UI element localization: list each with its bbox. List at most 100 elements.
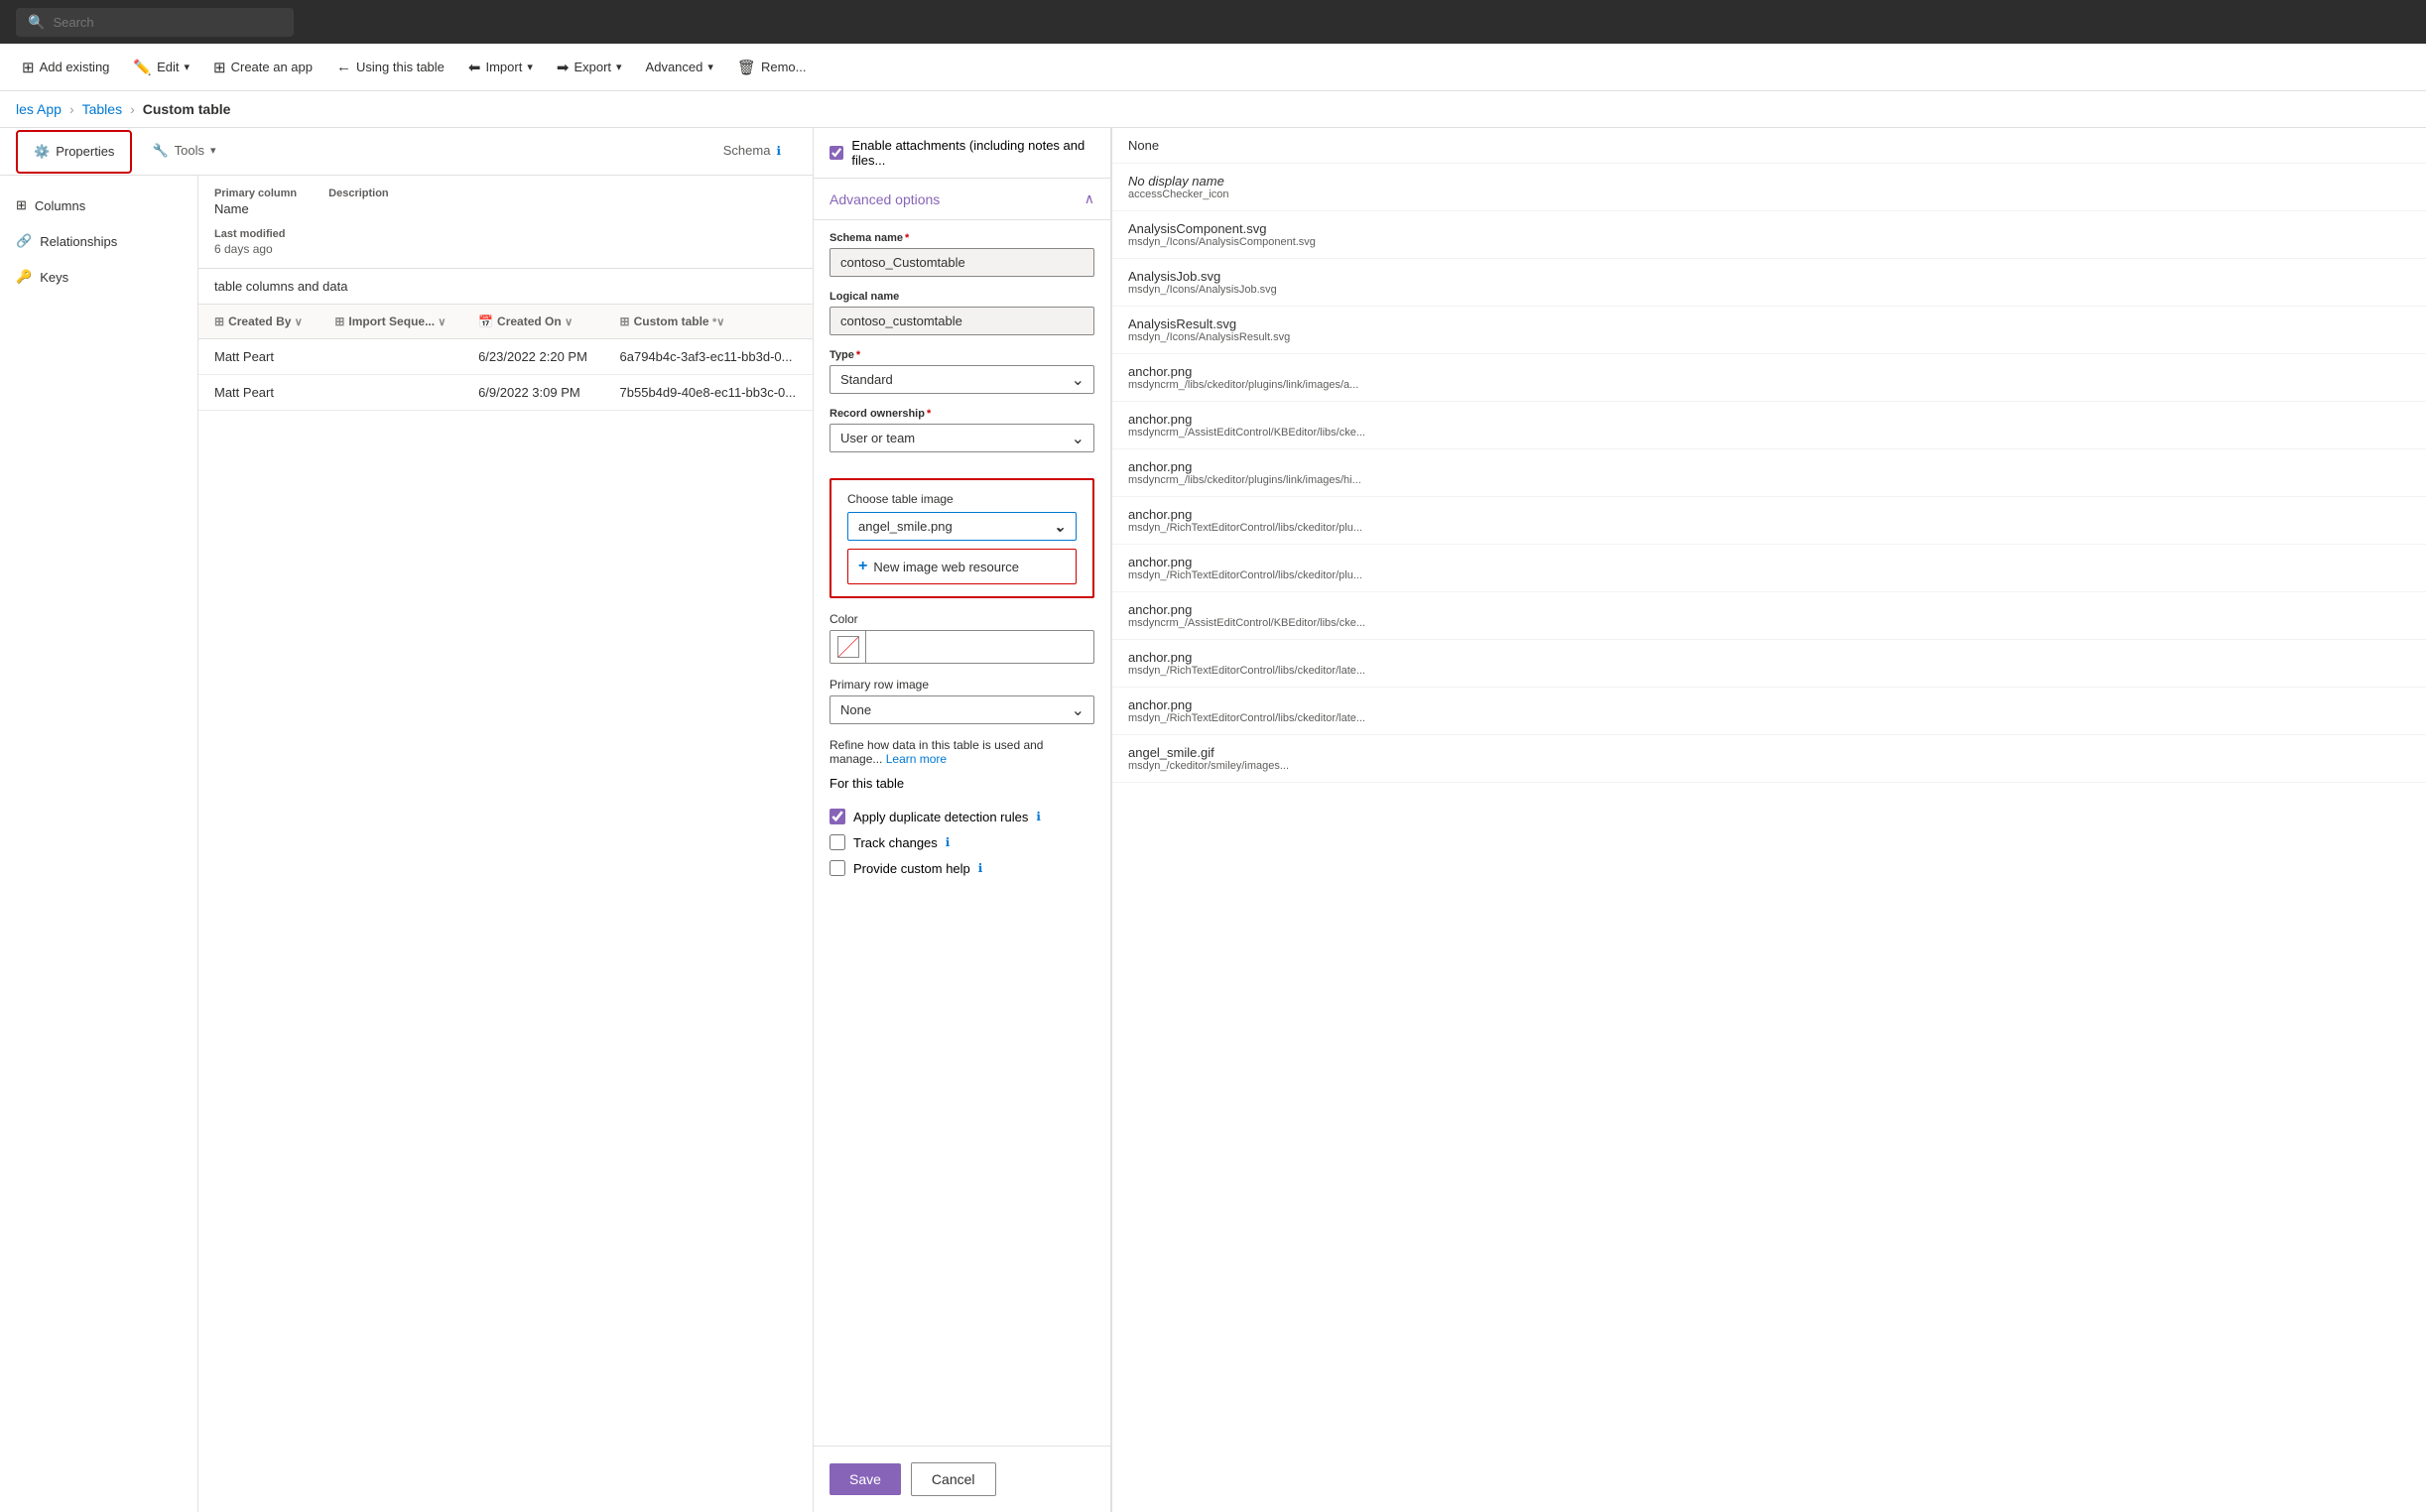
logical-name-field: Logical name bbox=[830, 291, 1094, 335]
advanced-caret: ▾ bbox=[707, 61, 713, 73]
col-created-on[interactable]: 📅Created On ∨ bbox=[462, 305, 603, 339]
col-import-sequence[interactable]: ⊞Import Seque... ∨ bbox=[319, 305, 462, 339]
table-row[interactable]: Matt Peart 6/23/2022 2:20 PM 6a794b4c-3a… bbox=[198, 339, 813, 375]
edit-icon: ✏️ bbox=[133, 59, 152, 76]
dropdown-list-item[interactable]: angel_smile.gifmsdyn_/ckeditor/smiley/im… bbox=[1112, 735, 2426, 783]
dropdown-item-path: msdyn_/Icons/AnalysisResult.svg bbox=[1128, 331, 1406, 343]
learn-more-link[interactable]: Learn more bbox=[886, 752, 947, 766]
dropdown-list-item[interactable]: AnalysisJob.svgmsdyn_/Icons/AnalysisJob.… bbox=[1112, 259, 2426, 307]
table-area: Primary column Name Description Last mod… bbox=[198, 176, 813, 1512]
enable-attachments-checkbox[interactable] bbox=[830, 145, 843, 161]
breadcrumb: les App › Tables › Custom table bbox=[0, 91, 2426, 128]
provide-custom-help-label: Provide custom help bbox=[853, 861, 970, 876]
dropdown-item-name: anchor.png bbox=[1128, 555, 2410, 569]
cell-custom-table: 7b55b4d9-40e8-ec11-bb3c-0... bbox=[604, 375, 813, 411]
schema-name-input[interactable] bbox=[830, 248, 1094, 277]
breadcrumb-app[interactable]: les App bbox=[16, 101, 62, 117]
track-changes-info-icon[interactable]: ℹ bbox=[946, 835, 951, 849]
import-button[interactable]: ⬅ Import ▾ bbox=[458, 53, 543, 82]
search-input[interactable] bbox=[53, 15, 251, 30]
image-select[interactable]: angel_smile.png None bbox=[847, 512, 1077, 541]
dropdown-list-item[interactable]: anchor.pngmsdyn_/RichTextEditorControl/l… bbox=[1112, 688, 2426, 735]
dropdown-list-item[interactable]: AnalysisComponent.svgmsdyn_/Icons/Analys… bbox=[1112, 211, 2426, 259]
export-icon: ➡ bbox=[557, 59, 570, 76]
dropdown-list-item[interactable]: anchor.pngmsdyncrm_/libs/ckeditor/plugin… bbox=[1112, 449, 2426, 497]
dropdown-item-name: angel_smile.gif bbox=[1128, 745, 2410, 760]
primary-column-label: Primary column bbox=[214, 188, 297, 199]
primary-row-image-section: Primary row image None bbox=[814, 678, 1110, 738]
properties-icon: ⚙️ bbox=[34, 144, 50, 160]
advanced-button[interactable]: Advanced ▾ bbox=[636, 54, 723, 80]
tools-caret: ▾ bbox=[210, 144, 216, 157]
apply-duplicate-label: Apply duplicate detection rules bbox=[853, 810, 1028, 824]
schema-sidebar: ⊞ Columns 🔗 Relationships 🔑 Keys bbox=[0, 176, 198, 1512]
primary-column-value: Name bbox=[214, 201, 297, 216]
action-bar: Save Cancel bbox=[814, 1446, 1110, 1512]
cell-created-on: 6/23/2022 2:20 PM bbox=[462, 339, 603, 375]
dropdown-list-item[interactable]: anchor.pngmsdyncrm_/AssistEditControl/KB… bbox=[1112, 592, 2426, 640]
cancel-button[interactable]: Cancel bbox=[911, 1462, 996, 1496]
logical-name-input[interactable] bbox=[830, 307, 1094, 335]
type-field: Type * Standard Activity Virtual bbox=[830, 349, 1094, 394]
left-panel: ⚙️ Properties 🔧 Tools ▾ Schema ℹ ⊞ Colum… bbox=[0, 128, 814, 1512]
table-row[interactable]: Matt Peart 6/9/2022 3:09 PM 7b55b4d9-40e… bbox=[198, 375, 813, 411]
sidebar-item-columns[interactable]: ⊞ Columns bbox=[0, 188, 197, 223]
add-existing-button[interactable]: ⊞ Add existing bbox=[12, 53, 119, 82]
schema-required: * bbox=[905, 232, 909, 244]
chevron-up-icon: ∧ bbox=[1085, 190, 1094, 207]
dropdown-list-item[interactable]: anchor.pngmsdyn_/RichTextEditorControl/l… bbox=[1112, 640, 2426, 688]
tab-bar: ⚙️ Properties 🔧 Tools ▾ Schema ℹ bbox=[0, 128, 813, 176]
apply-duplicate-checkbox[interactable] bbox=[830, 809, 845, 824]
for-this-table-label: For this table bbox=[814, 776, 1110, 797]
primary-row-image-select[interactable]: None bbox=[830, 695, 1094, 724]
dropdown-item-path: msdyn_/ckeditor/smiley/images... bbox=[1128, 760, 1406, 772]
cell-created-by: Matt Peart bbox=[198, 375, 319, 411]
create-app-button[interactable]: ⊞ Create an app bbox=[203, 53, 322, 82]
using-this-table-button[interactable]: ← Using this table bbox=[326, 53, 454, 81]
dropdown-list-item[interactable]: AnalysisResult.svgmsdyn_/Icons/AnalysisR… bbox=[1112, 307, 2426, 354]
apply-duplicate-info-icon[interactable]: ℹ bbox=[1036, 810, 1041, 823]
dropdown-item-name: anchor.png bbox=[1128, 650, 2410, 665]
dropdown-list-item[interactable]: anchor.pngmsdyncrm_/libs/ckeditor/plugin… bbox=[1112, 354, 2426, 402]
data-table: ⊞Created By ∨ ⊞Import Seque... ∨ 📅Create… bbox=[198, 305, 813, 411]
record-ownership-select[interactable]: User or team Organization bbox=[830, 424, 1094, 452]
add-icon: ⊞ bbox=[22, 59, 35, 76]
dropdown-item-path: msdyn_/RichTextEditorControl/libs/ckedit… bbox=[1128, 665, 1406, 677]
dropdown-list-item[interactable]: anchor.pngmsdyncrm_/AssistEditControl/KB… bbox=[1112, 402, 2426, 449]
advanced-options-header[interactable]: Advanced options ∧ bbox=[814, 179, 1110, 220]
search-box[interactable]: 🔍 bbox=[16, 8, 294, 37]
sidebar-item-relationships[interactable]: 🔗 Relationships bbox=[0, 223, 197, 259]
dropdown-list-item[interactable]: anchor.pngmsdyn_/RichTextEditorControl/l… bbox=[1112, 497, 2426, 545]
dropdown-item-path: msdyn_/RichTextEditorControl/libs/ckedit… bbox=[1128, 522, 1406, 534]
provide-custom-help-checkbox[interactable] bbox=[830, 860, 845, 876]
new-image-web-resource-btn[interactable]: + New image web resource bbox=[847, 549, 1077, 584]
track-changes-checkbox[interactable] bbox=[830, 834, 845, 850]
provide-custom-help-info-icon[interactable]: ℹ bbox=[978, 861, 983, 875]
edit-button[interactable]: ✏️ Edit ▾ bbox=[123, 53, 199, 82]
main-layout: ⚙️ Properties 🔧 Tools ▾ Schema ℹ ⊞ Colum… bbox=[0, 128, 2426, 1512]
col-custom-table[interactable]: ⊞Custom table *∨ bbox=[604, 305, 813, 339]
tab-properties[interactable]: ⚙️ Properties bbox=[16, 130, 132, 174]
dropdown-list-item[interactable]: None bbox=[1112, 128, 2426, 164]
export-button[interactable]: ➡ Export ▾ bbox=[547, 53, 632, 82]
choose-image-label: Choose table image bbox=[847, 492, 1077, 506]
dropdown-item-path: msdyncrm_/libs/ckeditor/plugins/link/ima… bbox=[1128, 379, 1406, 391]
col-created-by[interactable]: ⊞Created By ∨ bbox=[198, 305, 319, 339]
dropdown-item-name: anchor.png bbox=[1128, 459, 2410, 474]
color-swatch[interactable] bbox=[830, 631, 866, 663]
data-section-title: table columns and data bbox=[198, 269, 813, 305]
breadcrumb-tables[interactable]: Tables bbox=[82, 101, 122, 117]
tab-schema[interactable]: Schema ℹ bbox=[707, 131, 797, 172]
save-button[interactable]: Save bbox=[830, 1463, 901, 1495]
top-bar: 🔍 bbox=[0, 0, 2426, 44]
refine-text-section: Refine how data in this table is used an… bbox=[814, 738, 1110, 776]
color-input[interactable] bbox=[866, 634, 1093, 661]
dropdown-item-path: msdyncrm_/libs/ckeditor/plugins/link/ima… bbox=[1128, 474, 1406, 486]
remove-button[interactable]: 🗑 Remo... bbox=[727, 53, 817, 82]
dropdown-list-item[interactable]: anchor.pngmsdyn_/RichTextEditorControl/l… bbox=[1112, 545, 2426, 592]
tab-tools[interactable]: 🔧 Tools ▾ bbox=[136, 131, 231, 173]
dropdown-list-item[interactable]: No display nameaccessChecker_icon bbox=[1112, 164, 2426, 211]
type-select[interactable]: Standard Activity Virtual bbox=[830, 365, 1094, 394]
sidebar-item-keys[interactable]: 🔑 Keys bbox=[0, 259, 197, 295]
dropdown-item-name: anchor.png bbox=[1128, 412, 2410, 427]
